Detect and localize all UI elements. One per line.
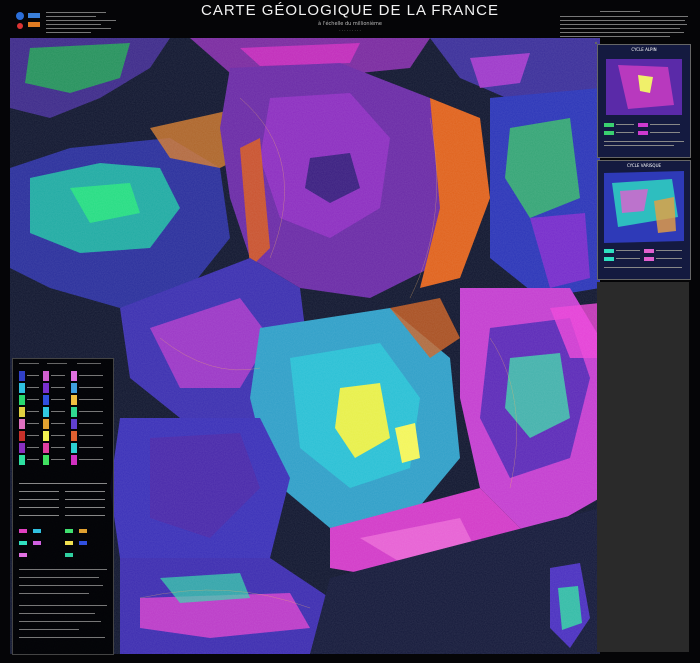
- inset-variscan-cycle-map[interactable]: CYCLE VARISQUE: [597, 160, 691, 280]
- right-column-note-lines: [597, 282, 689, 652]
- geologic-map-poster: CARTE GÉOLOGIQUE DE LA FRANCE à l'échell…: [0, 0, 700, 663]
- legend-chart: [19, 363, 107, 638]
- fine-print-lines: [560, 11, 688, 37]
- inset-variscan-label: CYCLE VARISQUE: [626, 163, 662, 168]
- inset-alpine-label: CYCLE ALPIN: [631, 47, 657, 52]
- inset-alpine-cycle-map[interactable]: CYCLE ALPIN: [597, 44, 691, 158]
- header-fine-print: [560, 8, 690, 40]
- inset-variscan-drawing: [604, 171, 684, 268]
- map-legend[interactable]: [12, 358, 114, 655]
- right-column-notes: [597, 282, 689, 652]
- inset-alpine-drawing: [604, 59, 684, 146]
- header-credits: [12, 8, 192, 38]
- publisher-logos: [16, 12, 116, 33]
